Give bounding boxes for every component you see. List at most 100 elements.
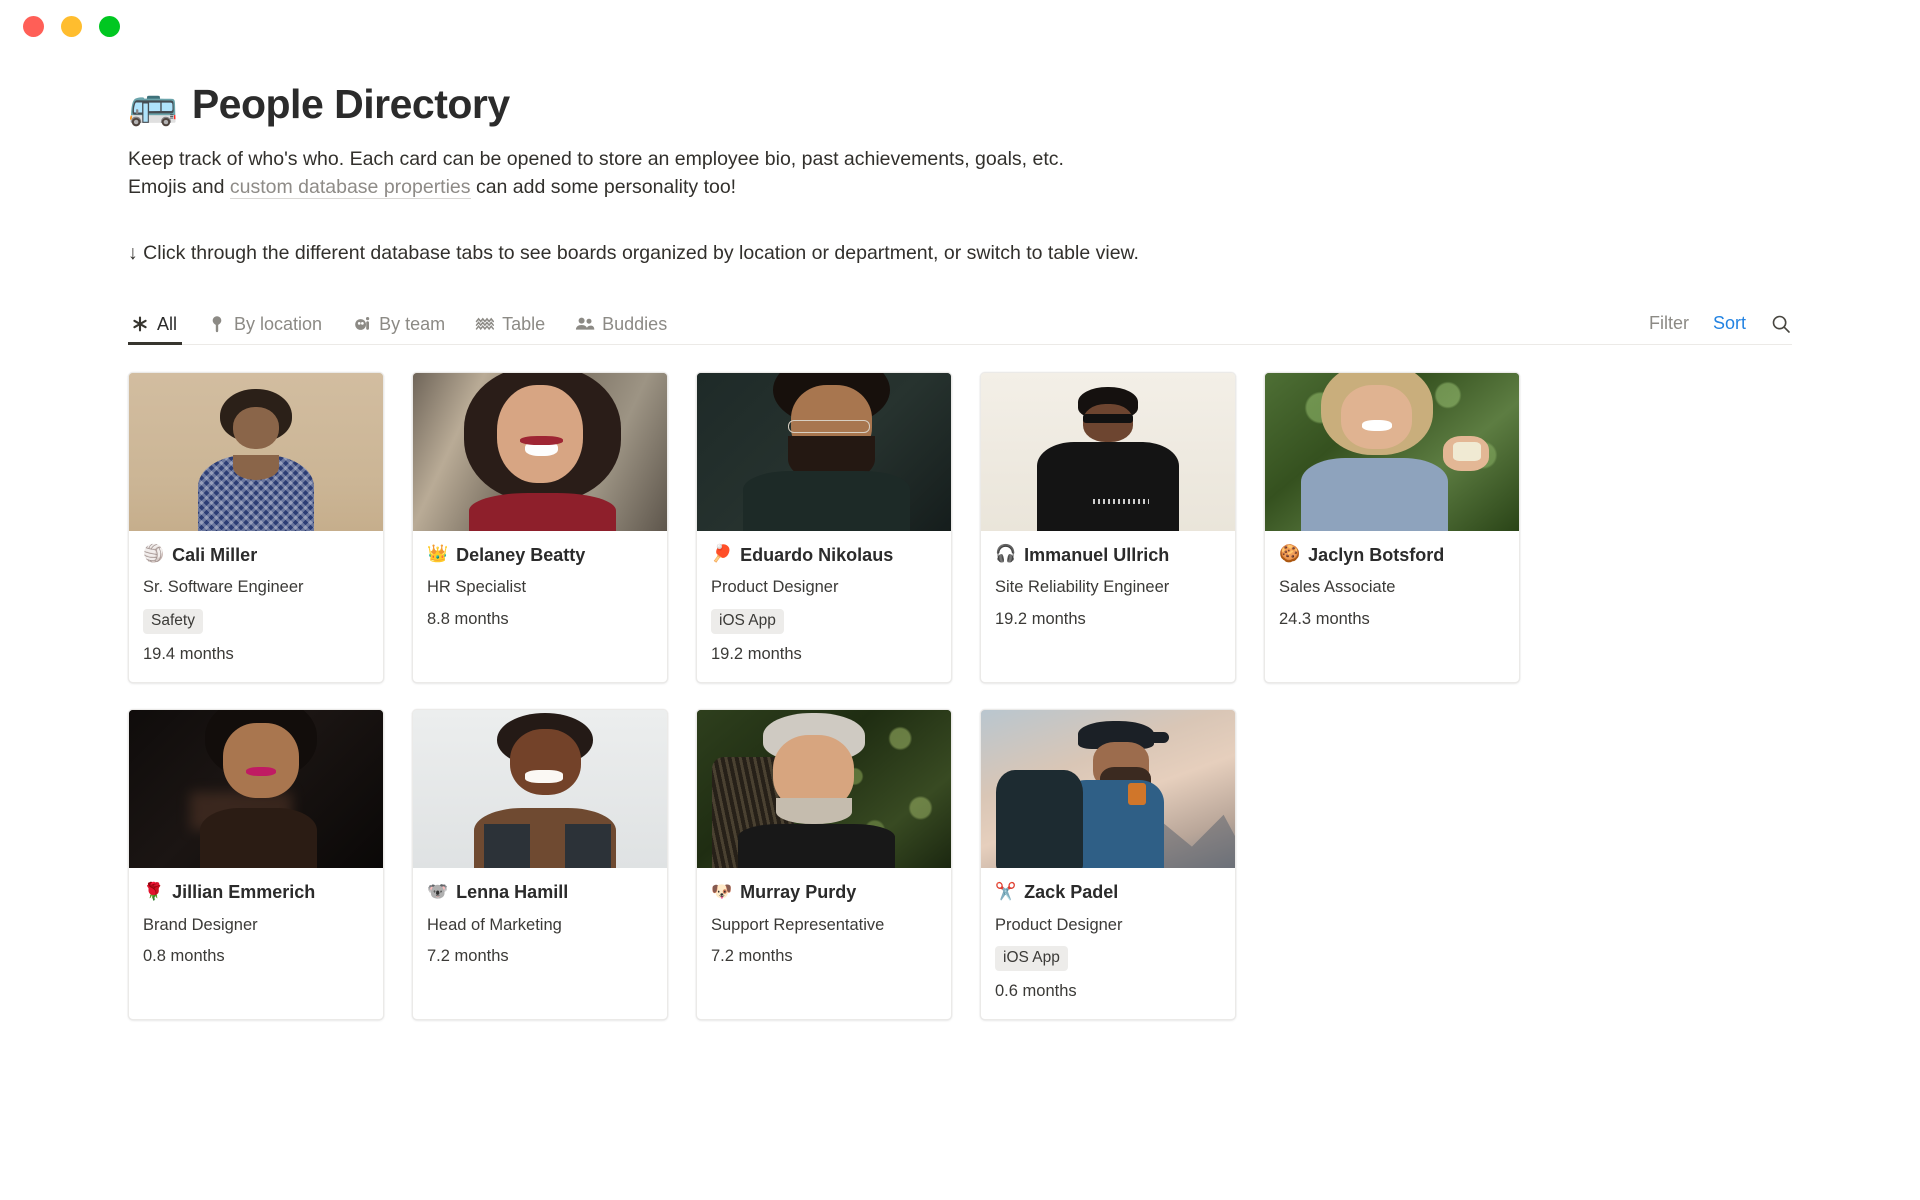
person-emoji-icon: 🍪 bbox=[1279, 544, 1301, 565]
person-tenure: 19.4 months bbox=[143, 644, 234, 663]
person-card-body: 🏓 Eduardo Nikolaus Product Designer iOS App… bbox=[697, 531, 951, 682]
person-photo bbox=[129, 372, 383, 531]
person-name: Delaney Beatty bbox=[456, 544, 586, 565]
map-pin-icon bbox=[207, 314, 227, 334]
person-name-row: 🏐 Cali Miller bbox=[143, 544, 369, 567]
description-line-1: Keep track of who's who. Each card can b… bbox=[128, 147, 1064, 170]
card-board: 🏐 Cali Miller Sr. Software Engineer Safety 1… bbox=[128, 371, 1792, 1021]
person-name: Immanuel Ullrich bbox=[1024, 544, 1170, 565]
tab-by-location[interactable]: By location bbox=[192, 314, 337, 344]
person-name: Jillian Emmerich bbox=[172, 882, 316, 902]
sort-button[interactable]: Sort bbox=[1713, 313, 1746, 334]
person-emoji-icon: 🌹 bbox=[143, 881, 165, 902]
person-photo bbox=[697, 372, 951, 531]
tab-list: All By location By team Table Buddies bbox=[128, 313, 682, 345]
person-photo bbox=[981, 710, 1235, 868]
person-tag-row: iOS App bbox=[995, 945, 1221, 971]
tab-buddies[interactable]: Buddies bbox=[560, 314, 682, 344]
page-content: 🚌 People Directory Keep track of who's w… bbox=[0, 52, 1920, 1021]
person-tag-row: iOS App bbox=[711, 608, 937, 634]
person-photo bbox=[981, 372, 1235, 531]
person-role: Head of Marketing bbox=[427, 915, 562, 934]
minimize-window-button[interactable] bbox=[61, 15, 82, 37]
page-description: Keep track of who's who. Each card can b… bbox=[128, 145, 1792, 202]
person-role: Support Representative bbox=[711, 915, 885, 934]
custom-database-properties-link[interactable]: custom database properties bbox=[229, 176, 471, 200]
bus-icon[interactable]: 🚌 bbox=[128, 85, 178, 125]
person-photo bbox=[129, 710, 383, 868]
view-actions: Filter Sort bbox=[1649, 313, 1792, 344]
person-name-row: 🐨 Lenna Hamill bbox=[427, 881, 653, 904]
person-tenure: 19.2 months bbox=[995, 609, 1086, 628]
person-name: Murray Purdy bbox=[740, 882, 857, 902]
person-card[interactable]: 🎧 Immanuel Ullrich Site Reliability Engine… bbox=[980, 371, 1236, 683]
tab-all-label: All bbox=[157, 313, 178, 334]
person-tenure: 0.8 months bbox=[143, 946, 225, 965]
person-photo bbox=[413, 372, 667, 531]
filter-button[interactable]: Filter bbox=[1649, 313, 1689, 334]
person-emoji-icon: 🏐 bbox=[143, 544, 165, 565]
person-card-body: 🐶 Murray Purdy Support Representative 7.2 m… bbox=[697, 868, 951, 984]
person-tenure: 24.3 months bbox=[1279, 609, 1370, 628]
person-name-row: 🎧 Immanuel Ullrich bbox=[995, 544, 1221, 567]
person-card[interactable]: ✂️ Zack Padel Product Designer iOS App 0.6 m… bbox=[980, 709, 1236, 1021]
window-chrome bbox=[0, 0, 1920, 52]
person-photo bbox=[1265, 372, 1519, 531]
person-emoji-icon: 🐶 bbox=[711, 881, 733, 902]
person-tag[interactable]: iOS App bbox=[995, 945, 1068, 971]
person-name: Lenna Hamill bbox=[456, 882, 569, 902]
tab-by-team[interactable]: By team bbox=[337, 314, 460, 344]
tabs-hint-text: ↓ Click through the different database t… bbox=[128, 242, 1139, 265]
person-card-body: 🏐 Cali Miller Sr. Software Engineer Safety 1… bbox=[129, 531, 383, 682]
person-tenure: 7.2 months bbox=[427, 946, 509, 965]
person-emoji-icon: 🏓 bbox=[711, 544, 733, 565]
tab-table-label: Table bbox=[502, 313, 546, 334]
person-icon bbox=[352, 314, 372, 334]
person-card[interactable]: 🐶 Murray Purdy Support Representative 7.2 m… bbox=[696, 709, 952, 1021]
person-card-body: 🎧 Immanuel Ullrich Site Reliability Engine… bbox=[981, 531, 1235, 647]
person-emoji-icon: 👑 bbox=[427, 544, 449, 565]
person-card-body: 🍪 Jaclyn Botsford Sales Associate 24.3 mont… bbox=[1265, 531, 1519, 647]
description-prefix: Emojis and bbox=[128, 176, 230, 199]
person-card[interactable]: 🏓 Eduardo Nikolaus Product Designer iOS App… bbox=[696, 371, 952, 683]
close-window-button[interactable] bbox=[23, 15, 44, 37]
person-tag[interactable]: iOS App bbox=[711, 608, 784, 634]
search-icon[interactable] bbox=[1770, 313, 1792, 335]
person-card-body: 🐨 Lenna Hamill Head of Marketing 7.2 months bbox=[413, 868, 667, 984]
person-emoji-icon: 🎧 bbox=[995, 544, 1017, 565]
person-card[interactable]: 🐨 Lenna Hamill Head of Marketing 7.2 months bbox=[412, 709, 668, 1021]
person-tag[interactable]: Safety bbox=[143, 608, 203, 634]
tab-by-location-label: By location bbox=[234, 313, 323, 334]
person-role: Brand Designer bbox=[143, 915, 258, 934]
database-tab-bar: All By location By team Table Buddies Fi… bbox=[128, 301, 1792, 345]
person-name: Zack Padel bbox=[1024, 882, 1119, 902]
person-name-row: 🐶 Murray Purdy bbox=[711, 881, 937, 904]
person-role: HR Specialist bbox=[427, 578, 527, 597]
person-emoji-icon: 🐨 bbox=[427, 881, 449, 902]
person-name-row: 🌹 Jillian Emmerich bbox=[143, 881, 369, 904]
person-role: Sales Associate bbox=[1279, 578, 1396, 597]
person-card[interactable]: 🌹 Jillian Emmerich Brand Designer 0.8 month… bbox=[128, 709, 384, 1021]
person-tenure: 19.2 months bbox=[711, 644, 802, 663]
person-card-body: 👑 Delaney Beatty HR Specialist 8.8 months bbox=[413, 531, 667, 647]
person-role: Site Reliability Engineer bbox=[995, 578, 1170, 597]
person-photo bbox=[413, 710, 667, 868]
tab-by-team-label: By team bbox=[379, 313, 446, 334]
maximize-window-button[interactable] bbox=[99, 15, 120, 37]
asterisk-icon bbox=[130, 314, 150, 334]
person-tenure: 0.6 months bbox=[995, 981, 1077, 1000]
tab-buddies-label: Buddies bbox=[602, 313, 668, 334]
person-name-row: 🏓 Eduardo Nikolaus bbox=[711, 544, 937, 567]
person-card[interactable]: 🏐 Cali Miller Sr. Software Engineer Safety 1… bbox=[128, 371, 384, 683]
person-name-row: ✂️ Zack Padel bbox=[995, 881, 1221, 904]
person-card[interactable]: 🍪 Jaclyn Botsford Sales Associate 24.3 mont… bbox=[1264, 371, 1520, 683]
page-title: People Directory bbox=[191, 81, 510, 127]
person-tenure: 8.8 months bbox=[427, 609, 509, 628]
person-name: Eduardo Nikolaus bbox=[740, 544, 894, 565]
tab-table[interactable]: Table bbox=[460, 314, 560, 344]
tab-all[interactable]: All bbox=[128, 313, 192, 345]
people-icon bbox=[575, 314, 595, 334]
person-card[interactable]: 👑 Delaney Beatty HR Specialist 8.8 months bbox=[412, 371, 668, 683]
page-title-row: 🚌 People Directory bbox=[128, 81, 1792, 128]
person-emoji-icon: ✂️ bbox=[995, 881, 1017, 902]
